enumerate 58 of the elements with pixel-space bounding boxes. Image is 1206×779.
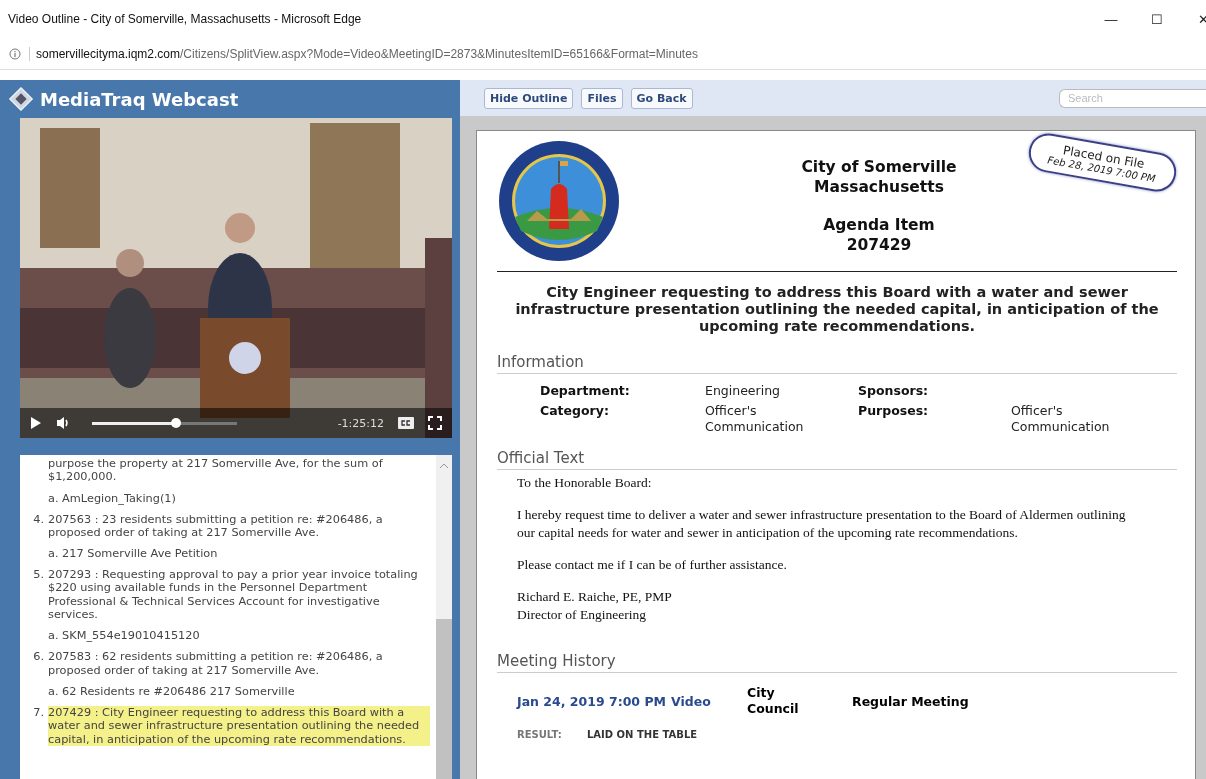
item-number: 6. [32,650,45,666]
item-number: 7. [32,705,45,721]
item-number: 5. [32,568,45,584]
city-seal-icon [497,139,621,263]
hide-outline-button[interactable]: Hide Outline [484,87,574,109]
result-label: RESULT: [517,729,563,740]
agenda-item-link[interactable]: purpose the property at 217 Somerville Ave, for the sum of $1,200,000. [48,457,430,484]
field-label: Sponsors: [858,383,930,399]
letter-paragraph: To the Honorable Board: [517,474,653,492]
video-link[interactable]: Video [671,693,711,709]
attachment-link[interactable]: a. 217 Somerville Ave Petition [48,547,218,561]
files-button[interactable]: Files [581,87,623,109]
maximize-button[interactable]: ☐ [1134,4,1180,34]
meeting-date-link[interactable]: Jan 24, 2019 7:00 PM [517,693,667,709]
go-back-button[interactable]: Go Back [630,87,693,109]
field-value: Officer's Communication [1011,403,1111,435]
item-title: City Engineer requesting to address this Board with a water and sewer infrastructure presentation outlining the needed capital, in anticipation of the upcoming rate recommendations. [514,283,1160,336]
letter-paragraph: Please contact me if I can be of further assistance. [517,556,788,574]
time-remaining: -1:25:12 [337,416,384,430]
field-label: Purposes: [858,403,930,420]
agenda-item-link[interactable]: 207293 : Requesting approval to pay a prior year invoice totaling $220 using available funds in the Personnel Department Professional & Technical Services Account for investigative services. [48,568,430,622]
section-heading: Information [497,339,1177,374]
attachment-link[interactable]: a. 62 Residents re #206486 217 Somerville [48,684,295,698]
fullscreen-icon[interactable] [428,416,442,430]
scrollbar-thumb[interactable] [436,619,452,779]
field-label: Department: [540,383,631,399]
agenda-item-link[interactable]: 207563 : 23 residents submitting a petition re: #206486, a proposed order of taking at 217 Somerville Ave. [48,512,430,540]
field-label: Category: [540,403,610,420]
attachment-link[interactable]: a. SKM_554e19010415120 [48,629,200,643]
section-heading: Meeting History [497,638,1177,673]
agenda-item-link[interactable]: 207429 : City Engineer requesting to address this Board with a water and sewer infrastructure presentation outlining the needed capital, in anticipation of the upcoming rate recommendations. [48,705,430,746]
item-label: Agenda Item [823,215,935,235]
field-value: Officer's Communication [705,403,805,435]
attachment-link[interactable]: a. AmLegion_Taking(1) [48,491,176,505]
letter-paragraph: Richard E. Raiche, PE, PMP Director of Engineering [517,588,673,624]
seek-handle[interactable] [171,417,182,428]
minimize-button[interactable]: — [1088,4,1134,34]
info-icon[interactable] [9,47,21,60]
video-player[interactable]: -1:25:12 [20,118,452,438]
item-number: 207429 [846,235,912,255]
captions-icon[interactable] [398,417,414,429]
close-button[interactable]: ✕ [1180,4,1206,34]
result-value: LAID ON THE TABLE [587,729,698,740]
city-name: Massachusetts [814,177,944,197]
app-title: MediaTraq Webcast [40,88,239,110]
section-heading: Official Text [497,435,1177,470]
agenda-item-link[interactable]: 207583 : 62 residents submitting a petition re: #206486, a proposed order of taking at 217 Somerville Ave. [48,650,430,677]
item-number: 4. [32,512,45,528]
url-field[interactable]: somervillecityma.iqm2.com/Citizens/SplitView.aspx?Mode=Video&MeetingID=2873&MinutesItemID=65166&Format=Minutes [29,46,698,61]
seek-bar[interactable] [92,421,237,425]
play-button[interactable] [30,416,42,430]
field-value: Engineering [705,383,781,399]
letter-paragraph: I hereby request time to deliver a water and sewer infrastructure presentation to the Board of Aldermen outlining our capital needs for water and sewer in anticipation of the upcoming rate recommendations. [517,506,1127,542]
window-title: Video Outline - City of Somerville, Massachusetts - Microsoft Edge [8,12,362,26]
meeting-type: Regular Meeting [852,693,969,709]
search-field[interactable]: Search [1059,88,1206,108]
meeting-body: City Council [747,685,800,717]
city-name: City of Somerville [801,157,957,177]
